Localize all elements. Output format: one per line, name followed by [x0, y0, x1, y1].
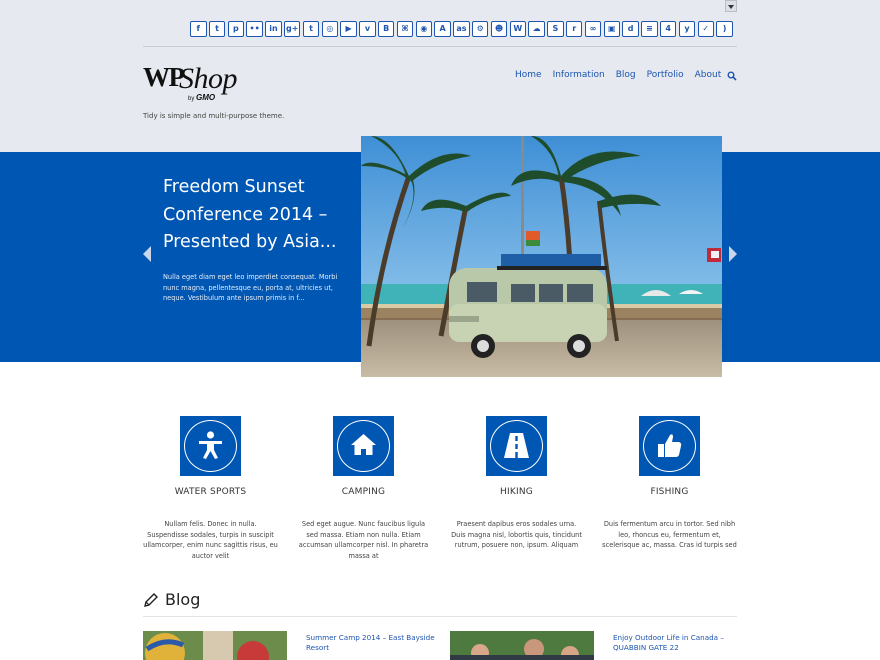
slide-excerpt: Nulla eget diam eget leo imperdiet conse…	[163, 273, 338, 302]
lastfm-icon[interactable]: as	[453, 21, 470, 37]
feature-icon-box[interactable]	[486, 416, 547, 476]
appnet-icon[interactable]: A	[434, 21, 451, 37]
google-plus-icon[interactable]: g+	[283, 21, 301, 37]
feature-icon-box[interactable]	[333, 416, 394, 476]
github-icon[interactable]: ⌘	[396, 21, 414, 37]
svg-text:by: by	[188, 96, 194, 102]
stack-icon[interactable]: ≡	[641, 21, 658, 37]
reddit-icon[interactable]: r	[565, 21, 583, 37]
post-title-link[interactable]: Summer Camp 2014 – East Bayside Resort	[306, 633, 436, 654]
foursquare-icon[interactable]: 4	[659, 21, 677, 37]
feature-text: Duis fermentum arcu in tortor. Sed nibh …	[602, 520, 737, 550]
nav-item-about[interactable]: About	[695, 70, 722, 80]
feature-title: HIKING	[500, 487, 533, 497]
feature-title: WATER SPORTS	[174, 487, 247, 497]
evernote-icon[interactable]: ▣	[603, 21, 621, 37]
vimeo-icon[interactable]: v	[359, 21, 376, 37]
nav-item-home[interactable]: Home	[515, 70, 542, 80]
reddit-alien-icon[interactable]: ☻	[490, 21, 508, 37]
youtube-icon[interactable]: ▶	[340, 21, 357, 37]
search-icon[interactable]	[727, 71, 737, 81]
instagram-icon[interactable]: ◎	[321, 21, 339, 37]
post-thumbnail[interactable]	[143, 631, 287, 660]
social-icons-bar: f t p •• in g+ t ◎ ▶ v B ⌘ ◉ Aas ⚙ ☻ W ☁ Sr ∞ ▣ d ≡ 4 y ✓)	[190, 21, 740, 37]
post-title-link[interactable]: Enjoy Outdoor Life in Canada – QUABBIN G…	[613, 633, 743, 654]
facebook-icon[interactable]: f	[190, 21, 207, 37]
feature-title: CAMPING	[341, 487, 386, 497]
feature-text: Sed eget augue. Nunc faucibus ligula sed…	[298, 520, 429, 560]
nav-item-blog[interactable]: Blog	[616, 70, 636, 80]
blogger-icon[interactable]: B	[377, 21, 395, 37]
slider-next-arrow[interactable]	[729, 246, 737, 262]
deviantart-icon[interactable]: d	[622, 21, 639, 37]
person-icon	[199, 431, 222, 459]
nav-item-portfolio[interactable]: Portfolio	[647, 70, 684, 80]
svg-text:Shop: Shop	[179, 62, 238, 95]
site-logo[interactable]: WP Shop by GMO	[143, 62, 283, 104]
flickr-icon[interactable]: ••	[246, 21, 263, 37]
dropdown-toggle[interactable]	[725, 0, 737, 12]
main-navigation: Home Information Blog Portfolio About	[515, 70, 732, 80]
delicious-icon[interactable]: ∞	[584, 21, 602, 37]
wordpress-icon[interactable]: W	[509, 21, 527, 37]
steam-icon[interactable]: ⚙	[471, 21, 489, 37]
ok-icon[interactable]: ✓	[697, 21, 715, 37]
site-tagline: Tidy is simple and multi-purpose theme.	[143, 112, 285, 120]
home-icon	[351, 434, 376, 455]
feature-title: FISHING	[650, 487, 689, 497]
blog-heading-text: Blog	[165, 590, 201, 609]
pinterest-icon[interactable]: p	[227, 21, 245, 37]
feature-text: Nullam felis. Donec in nulla. Suspendiss…	[143, 520, 278, 560]
post-thumbnail[interactable]	[450, 631, 594, 660]
slider-prev-arrow[interactable]	[143, 246, 151, 262]
road-icon	[504, 433, 529, 458]
slide-title[interactable]: Freedom Sunset Conference 2014 – Present…	[163, 174, 353, 257]
header-divider	[143, 46, 737, 47]
yelp-icon[interactable]: y	[678, 21, 696, 37]
tumblr-icon[interactable]: t	[302, 21, 320, 37]
feature-icon-box[interactable]	[180, 416, 241, 476]
blog-divider	[143, 616, 737, 617]
pencil-icon	[144, 593, 158, 607]
soundcloud-icon[interactable]: ☁	[528, 21, 545, 37]
linkedin-icon[interactable]: in	[265, 21, 282, 37]
feature-text: Praesent dapibus eros sodales urna. Duis…	[451, 520, 582, 550]
dribbble-icon[interactable]: ◉	[415, 21, 433, 37]
thumbs-up-icon	[658, 434, 682, 457]
feature-icon-box[interactable]	[639, 416, 700, 476]
svg-text:GMO: GMO	[196, 93, 216, 102]
nav-item-information[interactable]: Information	[553, 70, 605, 80]
twitter-icon[interactable]: t	[208, 21, 226, 37]
skype-icon[interactable]: S	[547, 21, 564, 37]
rss-icon[interactable]: )	[716, 21, 733, 37]
slide-image[interactable]	[361, 136, 722, 377]
